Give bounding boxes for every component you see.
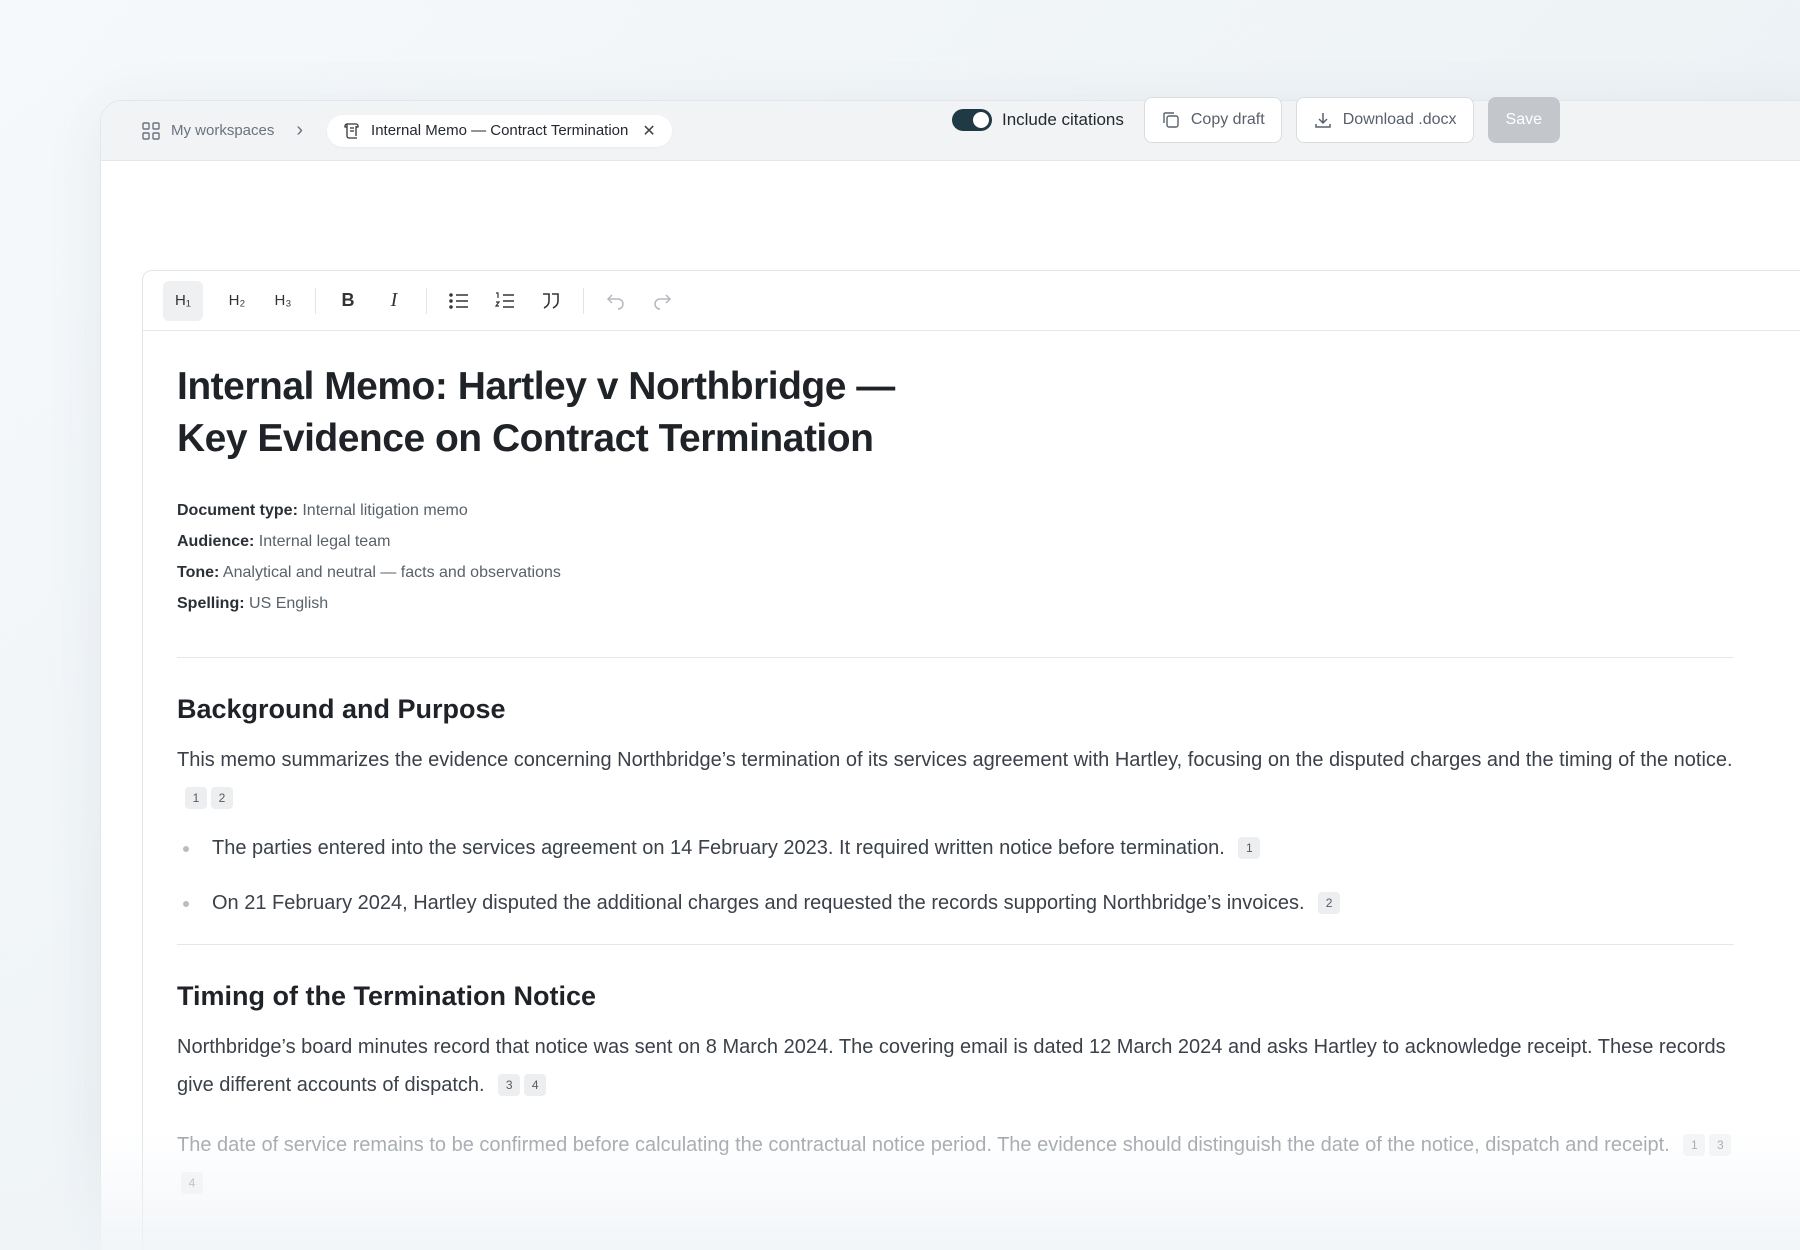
bullet-list-icon — [449, 292, 468, 309]
meta-key: Tone: — [177, 564, 220, 581]
copy-draft-label: Copy draft — [1190, 111, 1265, 128]
citations-toggle-label: Include citations — [1001, 110, 1124, 129]
undo-button[interactable] — [596, 281, 636, 321]
meta-row: Spelling: US English — [177, 588, 1734, 619]
editor: H₁ H₂ H₃ B I Internal Memo: Hartley v No… — [142, 270, 1800, 1250]
section-heading: Background and Purpose — [177, 694, 506, 724]
download-docx-button[interactable]: Download .docx — [1295, 97, 1474, 143]
paragraph-text: The date of service remains to be confir… — [177, 1134, 1670, 1156]
save-label: Save — [1505, 111, 1542, 128]
copy-icon — [1163, 112, 1179, 128]
chevron-right-icon: › — [296, 119, 304, 141]
document-title: Internal Memo: Hartley v Northbridge — K… — [177, 361, 977, 465]
citation-badge[interactable]: 4 — [524, 1074, 547, 1096]
meta-key: Audience: — [177, 533, 255, 550]
redo-icon — [654, 293, 672, 310]
close-icon[interactable]: ✕ — [642, 121, 655, 141]
toolbar-divider — [315, 287, 316, 314]
citation-badge[interactable]: 2 — [211, 787, 233, 809]
citation-badge[interactable]: 4 — [181, 1172, 203, 1194]
citation-badge[interactable]: 3 — [498, 1074, 521, 1096]
heading-2-button[interactable]: H₂ — [217, 281, 257, 321]
document-meta: Document type: Internal litigation memo … — [177, 495, 1734, 619]
download-icon — [1314, 113, 1331, 128]
bold-button[interactable]: B — [328, 281, 368, 321]
undo-icon — [606, 293, 624, 310]
meta-key: Document type: — [177, 502, 298, 519]
list-item: On 21 February 2024, Hartley disputed th… — [177, 884, 1734, 922]
heading-2-label: H₂ — [228, 292, 246, 309]
document-body[interactable]: Internal Memo: Hartley v Northbridge — K… — [143, 331, 1768, 1202]
title-line-1: Internal Memo: Hartley v Northbridge — — [177, 365, 895, 408]
numbered-list-icon — [494, 291, 514, 308]
meta-value: Analytical and neutral — facts and obser… — [222, 564, 561, 581]
citation-badge[interactable]: 3 — [1709, 1134, 1732, 1156]
heading-1-button[interactable]: H₁ — [163, 280, 203, 321]
citations-toggle-group: Include citations — [951, 109, 1124, 131]
citation-badge[interactable]: 2 — [1318, 892, 1341, 914]
download-docx-label: Download .docx — [1342, 111, 1457, 128]
numbered-list-button[interactable] — [485, 281, 525, 321]
italic-button[interactable]: I — [374, 281, 414, 321]
tab-document-label: Internal Memo — Contract Termination — [371, 122, 629, 139]
citation-badge[interactable]: 1 — [1238, 837, 1261, 859]
redo-button[interactable] — [642, 281, 682, 321]
paragraph-faded: The date of service remains to be confir… — [177, 1126, 1734, 1202]
paragraph: This memo summarizes the evidence concer… — [177, 741, 1734, 817]
breadcrumb-workspaces-label: My workspaces — [171, 122, 275, 139]
citation-badge[interactable]: 1 — [1683, 1134, 1706, 1156]
citation-badge[interactable]: 1 — [185, 787, 207, 809]
list-item-text: On 21 February 2024, Hartley disputed th… — [212, 892, 1305, 914]
paragraph: Northbridge’s board minutes record that … — [177, 1028, 1734, 1104]
scroll-icon — [344, 122, 359, 139]
list-item: The parties entered into the services ag… — [177, 829, 1734, 867]
meta-row: Tone: Analytical and neutral — facts and… — [177, 557, 1734, 588]
tab-document[interactable]: Internal Memo — Contract Termination ✕ — [327, 114, 672, 147]
meta-row: Audience: Internal legal team — [177, 526, 1734, 557]
bullet-list-button[interactable] — [439, 281, 479, 321]
toolbar-divider — [426, 287, 427, 314]
paragraph-text: This memo summarizes the evidence concer… — [177, 749, 1733, 771]
heading-3-label: H₃ — [274, 292, 292, 309]
heading-3-button[interactable]: H₃ — [263, 281, 303, 321]
grid-icon — [142, 121, 160, 140]
document-actions: Include citations Copy draft Download .d… — [951, 97, 1560, 143]
paragraph-text: Northbridge’s board minutes record that … — [177, 1036, 1726, 1096]
section-divider — [177, 944, 1734, 945]
breadcrumb-workspaces[interactable]: My workspaces — [141, 121, 274, 141]
meta-value: US English — [249, 595, 329, 612]
heading-1-label: H₁ — [175, 292, 191, 309]
meta-key: Spelling: — [177, 595, 245, 612]
italic-label: I — [390, 289, 398, 311]
meta-value: Internal legal team — [258, 533, 391, 550]
list-item-text: The parties entered into the services ag… — [212, 837, 1225, 859]
formatting-toolbar: H₁ H₂ H₃ B I — [143, 271, 1800, 331]
blockquote-button[interactable] — [531, 281, 571, 321]
bold-label: B — [341, 290, 355, 310]
toolbar-divider — [583, 287, 584, 314]
meta-row: Document type: Internal litigation memo — [177, 495, 1734, 526]
bullet-list: The parties entered into the services ag… — [177, 829, 1734, 922]
copy-draft-button[interactable]: Copy draft — [1143, 97, 1282, 143]
save-button[interactable]: Save — [1487, 97, 1560, 143]
meta-value: Internal litigation memo — [302, 502, 468, 519]
section-heading: Timing of the Termination Notice — [177, 981, 597, 1011]
section-divider — [177, 657, 1734, 658]
citations-toggle[interactable] — [951, 109, 992, 131]
quote-icon — [543, 292, 559, 309]
title-line-2: Key Evidence on Contract Termination — [177, 417, 874, 460]
